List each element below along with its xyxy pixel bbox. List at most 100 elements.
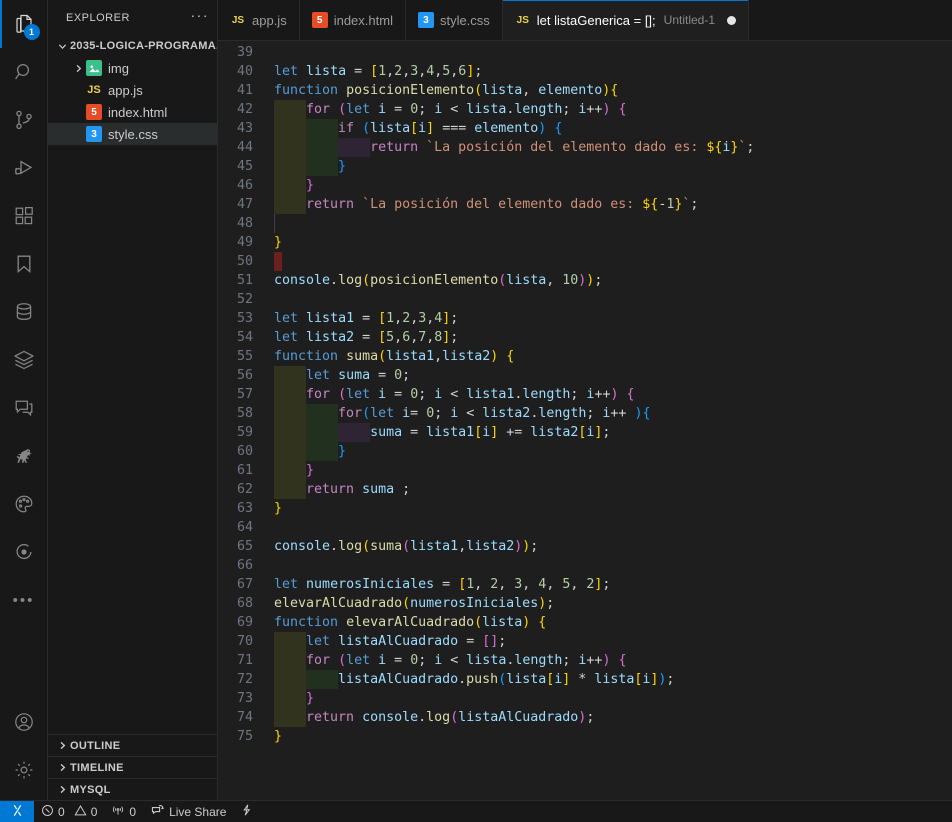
activity-item-run-and-debug[interactable] <box>0 144 48 192</box>
sidebar-section-outline[interactable]: OUTLINE <box>48 734 217 756</box>
activity-item-bookmarks[interactable] <box>0 240 48 288</box>
code-line: 66 <box>218 556 952 575</box>
code-editor[interactable]: 39 40 let lista = [1,2,3,4,5,6]; 41 functi… <box>218 41 952 800</box>
line-content <box>274 556 952 575</box>
line-number: 44 <box>236 140 253 155</box>
activity-item-dinosaur[interactable] <box>0 432 48 480</box>
line-content: return `La posición del elemento dado es… <box>274 138 952 157</box>
source-control-icon <box>12 108 36 132</box>
line-number: 40 <box>236 64 253 79</box>
activity-item-manage-settings[interactable] <box>0 746 48 794</box>
line-content <box>274 518 952 537</box>
database-icon <box>12 300 36 324</box>
activity-item-accounts[interactable] <box>0 698 48 746</box>
chevron-right-icon <box>70 63 86 74</box>
html-file-icon: 5 <box>86 104 102 120</box>
live-share-label: Live Share <box>169 804 227 819</box>
chevron-right-icon <box>54 762 70 773</box>
css-file-icon: 3 <box>86 126 102 142</box>
line-content: } <box>274 729 283 744</box>
file-tree[interactable]: 2035-LOGICA-PROGRAMA... img JS app.js 5 … <box>48 35 217 734</box>
css-file-icon: 3 <box>417 12 434 28</box>
tree-row-img[interactable]: img <box>48 57 217 79</box>
code-line: 71 for (let i = 0; i < lista.length; i++… <box>218 651 952 670</box>
activity-item-explorer[interactable]: 1 <box>0 0 48 48</box>
activity-item-source-control[interactable] <box>0 96 48 144</box>
layers-icon <box>12 348 36 372</box>
line-number: 60 <box>236 444 253 459</box>
line-number: 73 <box>236 691 253 706</box>
tab-label: app.js <box>252 12 287 28</box>
code-line: 47 return `La posición del elemento dado… <box>218 195 952 214</box>
status-ports[interactable]: 0 <box>104 801 143 822</box>
code-line: 74 return console.log(listaAlCuadrado); <box>218 708 952 727</box>
line-content: function posicionElemento(lista, element… <box>274 83 619 98</box>
line-number: 51 <box>236 273 253 288</box>
workspace-root-label: 2035-LOGICA-PROGRAMA... <box>70 40 217 52</box>
ports-broadcast-icon <box>111 804 125 820</box>
tab-dirty-indicator[interactable] <box>727 15 737 25</box>
code-line: 64 <box>218 518 952 537</box>
chevron-right-icon <box>54 784 70 795</box>
code-line: 46 } <box>218 176 952 195</box>
activity-bar: 1 ••• <box>0 0 48 800</box>
line-number: 72 <box>236 672 253 687</box>
line-content: let lista = [1,2,3,4,5,6]; <box>274 64 483 79</box>
line-number: 66 <box>236 558 253 573</box>
sidebar-section-timeline[interactable]: TIMELINE <box>48 756 217 778</box>
tab-style-css[interactable]: 3 style.css <box>405 0 503 40</box>
code-line: 45 } <box>218 157 952 176</box>
line-content: suma = lista1[i] += lista2[i]; <box>274 423 952 442</box>
activity-item-more-views[interactable]: ••• <box>0 576 48 624</box>
image-folder-icon <box>86 60 102 76</box>
tab-index-html[interactable]: 5 index.html <box>299 0 406 40</box>
activity-item-theme-palette[interactable] <box>0 480 48 528</box>
line-content: return suma ; <box>274 480 952 499</box>
activity-item-search[interactable] <box>0 48 48 96</box>
activity-item-layers[interactable] <box>0 336 48 384</box>
tree-row-workspace-root[interactable]: 2035-LOGICA-PROGRAMA... <box>48 35 217 57</box>
activity-item-database[interactable] <box>0 288 48 336</box>
code-line: 72 listaAlCuadrado.push(lista[i] * lista… <box>218 670 952 689</box>
line-number: 52 <box>236 292 253 307</box>
tree-row-app-js[interactable]: JS app.js <box>48 79 217 101</box>
tab-label: style.css <box>439 12 490 28</box>
dinosaur-icon <box>12 444 36 468</box>
activity-item-extensions[interactable] <box>0 192 48 240</box>
line-content: let suma = 0; <box>274 366 952 385</box>
line-content: } <box>274 689 952 708</box>
tree-item-label: app.js <box>108 82 143 98</box>
code-line: 75} <box>218 727 952 746</box>
status-problems[interactable]: 0 0 <box>34 801 104 822</box>
code-line: 65 console.log(suma(lista1,lista2)); <box>218 537 952 556</box>
tab-app-js[interactable]: JS app.js <box>218 0 300 40</box>
line-content: for (let i = 0; i < lista.length; i++) { <box>274 651 952 670</box>
line-number: 56 <box>236 368 253 383</box>
activity-item-target[interactable] <box>0 528 48 576</box>
line-number: 74 <box>236 710 253 725</box>
sidebar-section-mysql[interactable]: MYSQL <box>48 778 217 800</box>
line-content: console.log(posicionElemento(lista, 10))… <box>274 273 603 288</box>
search-icon <box>12 60 36 84</box>
status-remote-window[interactable] <box>0 800 34 822</box>
bookmark-icon <box>12 252 36 276</box>
status-lightning[interactable] <box>233 801 260 822</box>
sidebar-more-actions-icon[interactable]: ··· <box>191 8 210 25</box>
ellipsis-icon: ••• <box>12 591 35 609</box>
tab-untitled-1[interactable]: JS let listaGenerica = []; Untitled-1 <box>502 0 750 40</box>
sidebar-collapsed-sections: OUTLINE TIMELINE MYSQL <box>48 734 217 800</box>
line-number: 42 <box>236 102 253 117</box>
lightning-icon <box>240 803 253 820</box>
js-file-icon: JS <box>231 14 245 26</box>
line-number: 68 <box>236 596 253 611</box>
live-share-icon <box>150 803 165 820</box>
line-content: return console.log(listaAlCuadrado); <box>274 708 952 727</box>
line-content: } <box>274 157 952 176</box>
tree-row-style-css[interactable]: 3 style.css <box>48 123 217 145</box>
status-live-share[interactable]: Live Share <box>143 801 233 822</box>
activity-item-comments[interactable] <box>0 384 48 432</box>
tree-row-index-html[interactable]: 5 index.html <box>48 101 217 123</box>
line-number: 53 <box>236 311 253 326</box>
line-number: 55 <box>236 349 253 364</box>
vscode-window: 1 ••• EXPLORER ··· 2035-LOGICA-PROGRAMA.… <box>0 0 952 822</box>
